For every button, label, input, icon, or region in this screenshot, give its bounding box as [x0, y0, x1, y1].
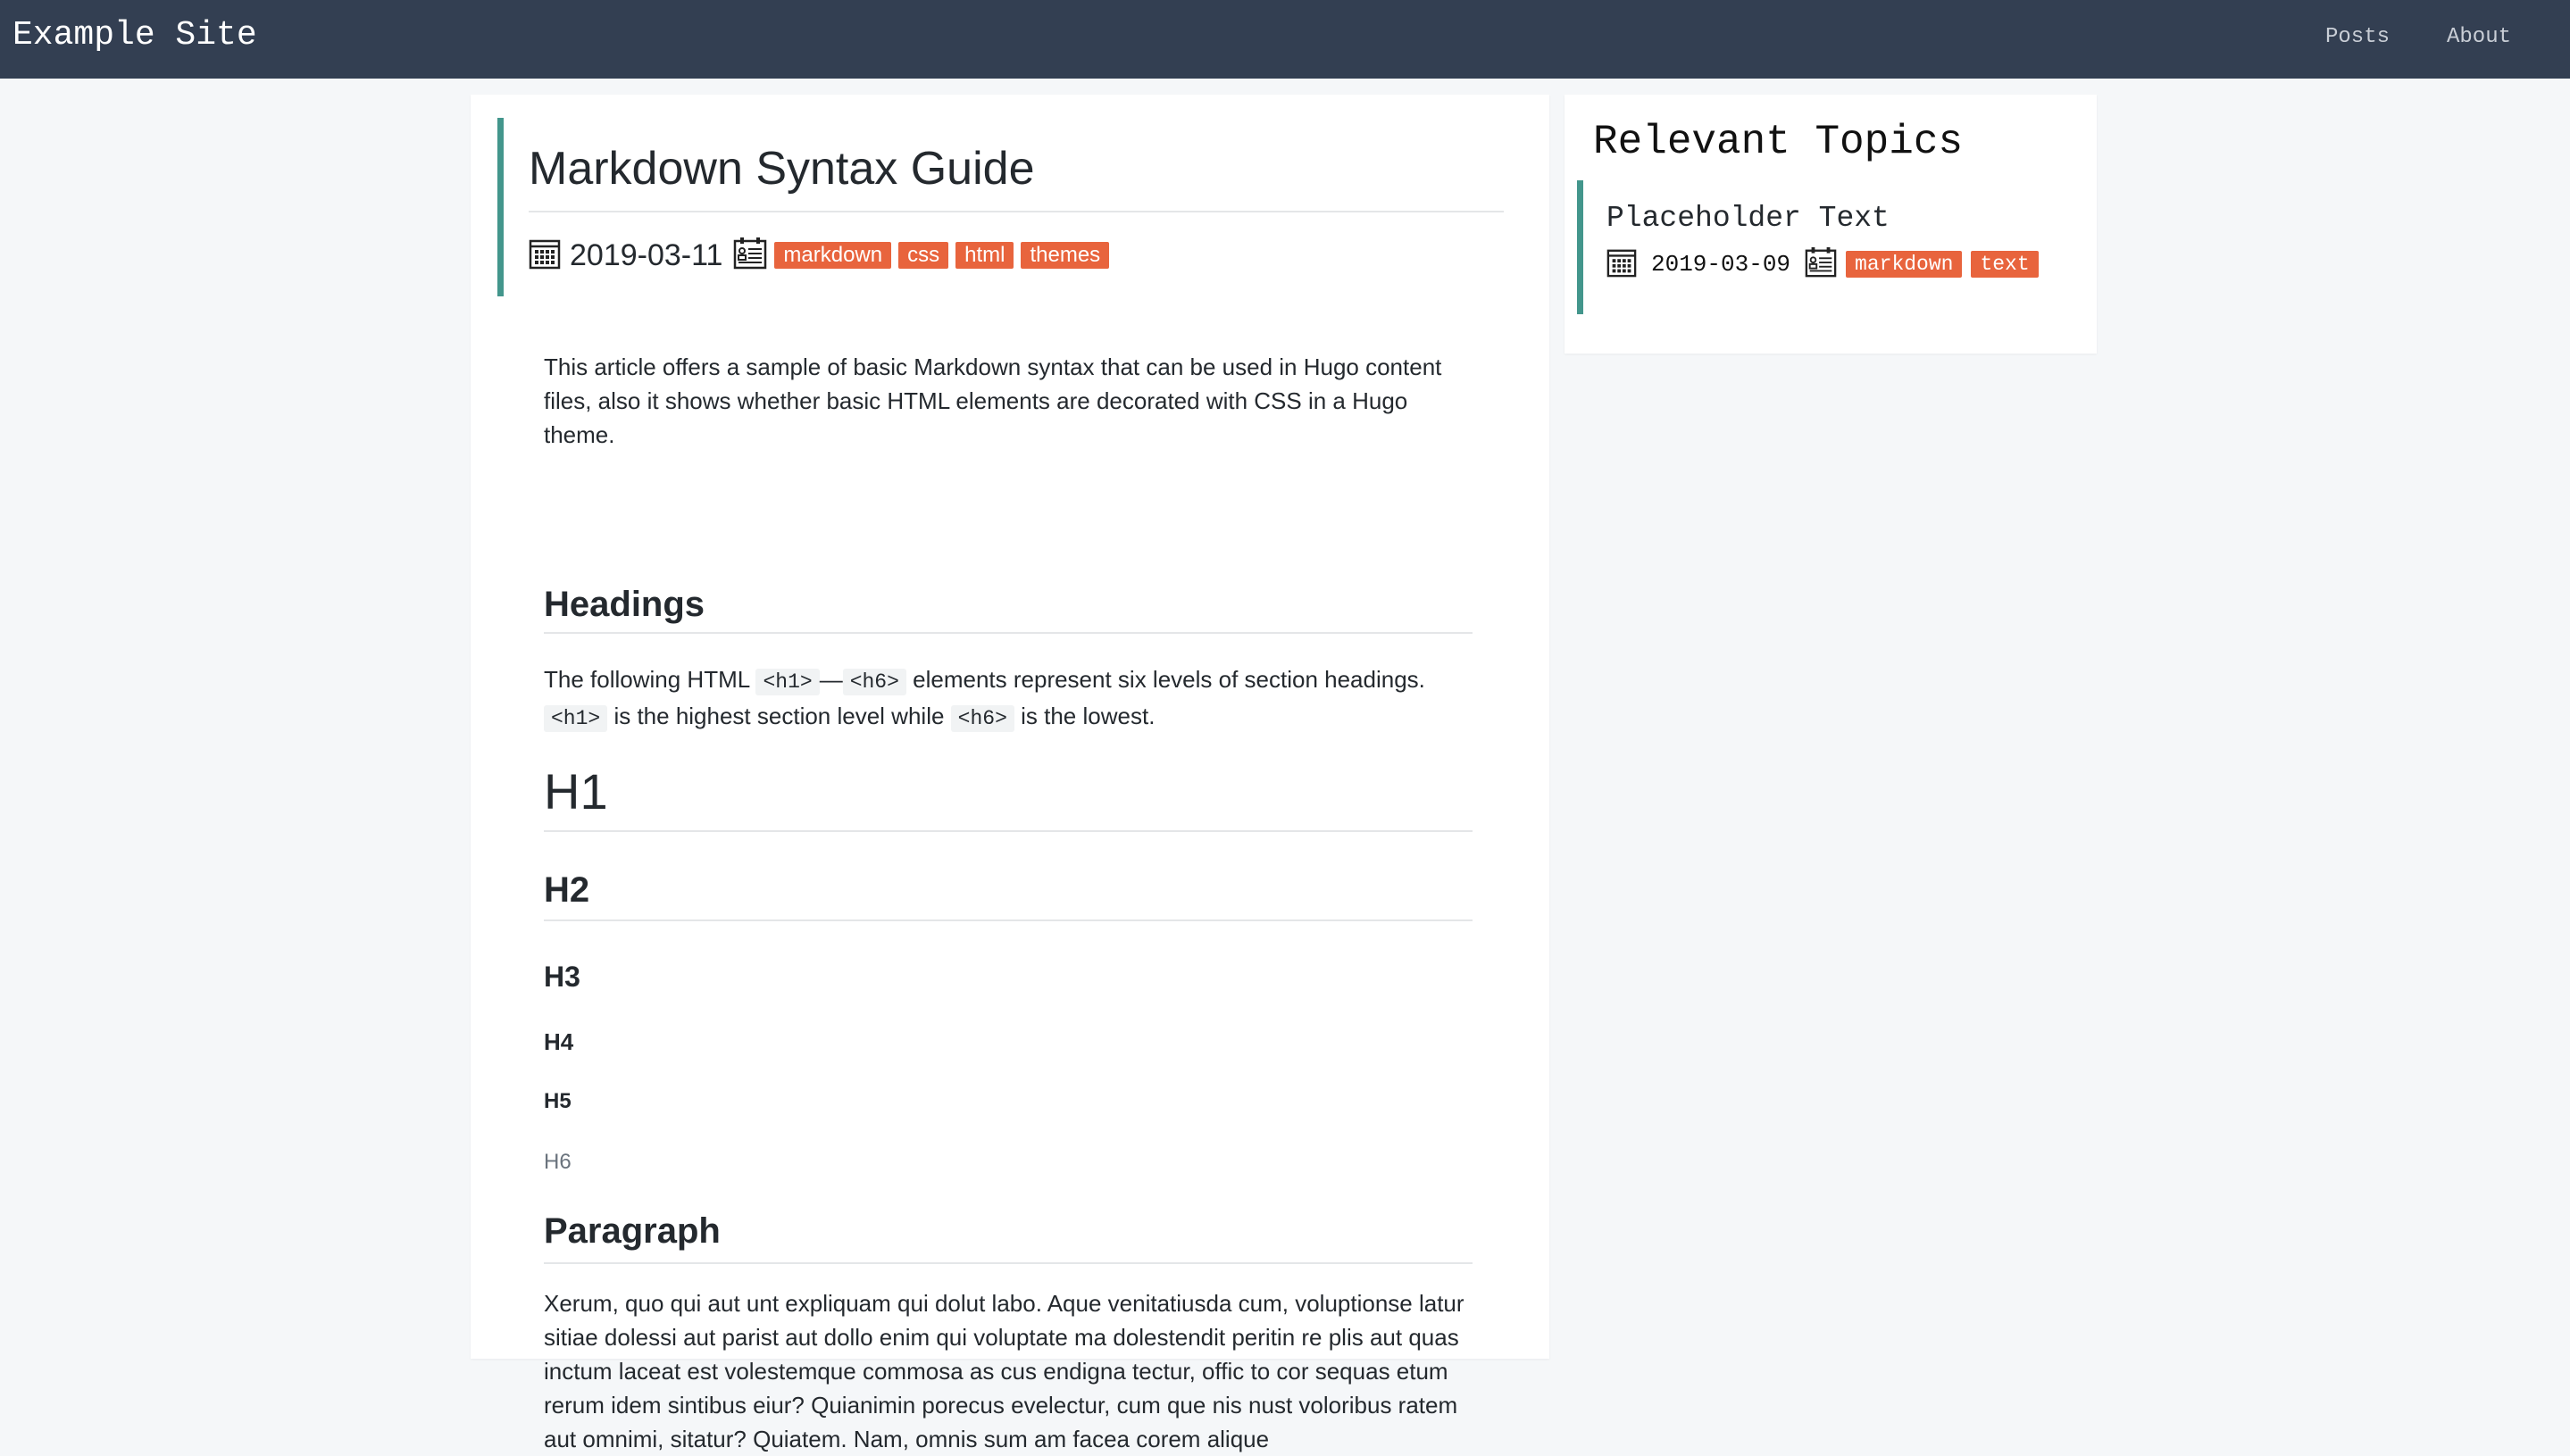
topic-title-link[interactable]: Placeholder Text: [1606, 200, 1890, 237]
demo-h1: H1: [544, 763, 608, 820]
tag-markdown[interactable]: markdown: [1846, 251, 1963, 278]
tag-markdown[interactable]: markdown: [774, 242, 892, 269]
demo-h2: H2: [544, 870, 590, 910]
headings-paragraph: The following HTML <h1> — <h6> elements re…: [544, 662, 1473, 736]
sidebar-title: Relevant Topics: [1593, 119, 1964, 165]
tag-css[interactable]: css: [898, 242, 949, 269]
demo-h6: H6: [544, 1150, 572, 1174]
post-header-divider: [529, 211, 1504, 212]
inline-code-h6: <h6>: [950, 705, 1014, 732]
nav-link-posts[interactable]: Posts: [2325, 23, 2390, 52]
topic-date: 2019-03-09: [1651, 251, 1791, 278]
intro-paragraph: This article offers a sample of basic Ma…: [544, 354, 1442, 448]
post-meta: 2019-03-11 markdown css html themes: [529, 237, 1110, 275]
h2-rule: [544, 919, 1473, 921]
headings-rule: [544, 632, 1473, 634]
text-fragment: is the highest section level while: [613, 703, 945, 729]
h1-rule: [544, 830, 1473, 832]
tag-card-icon: [1805, 246, 1837, 283]
tag-themes[interactable]: themes: [1021, 242, 1110, 269]
demo-h5: H5: [544, 1089, 572, 1113]
text-fragment: is the lowest.: [1021, 703, 1156, 729]
text-fragment: The following HTML: [544, 666, 750, 693]
calendar-icon: [529, 237, 561, 274]
top-navbar: Example Site Posts About: [0, 0, 2570, 79]
inline-code-h6: <h6>: [842, 669, 906, 695]
post-title: Markdown Syntax Guide: [529, 143, 1035, 195]
post-header: Markdown Syntax Guide 2019-03-11 markdow…: [497, 118, 1504, 296]
topic-item[interactable]: Placeholder Text 2019-03-09 markdown tex…: [1577, 180, 2083, 314]
lorem-paragraph: Xerum, quo qui aut unt expliquam qui dol…: [544, 1290, 1464, 1452]
article-card: Markdown Syntax Guide 2019-03-11 markdow…: [471, 95, 1549, 1452]
demo-h3: H3: [544, 961, 580, 993]
site-brand-link[interactable]: Example Site: [13, 14, 257, 57]
heading-headings: Headings: [544, 585, 705, 624]
paragraph-rule: [544, 1262, 1473, 1264]
inline-code-h1: <h1>: [544, 705, 608, 732]
nav-link-about[interactable]: About: [2447, 23, 2511, 52]
demo-h4: H4: [544, 1028, 574, 1055]
tag-text[interactable]: text: [1971, 251, 2039, 278]
text-fragment: elements represent six levels of section…: [913, 666, 1425, 693]
topic-meta: 2019-03-09 markdown text: [1606, 246, 2039, 282]
sidebar-card: Relevant Topics Placeholder Text 2019-03…: [1565, 95, 2097, 354]
tag-html[interactable]: html: [955, 242, 1014, 269]
post-date: 2019-03-11: [570, 237, 723, 272]
heading-paragraph: Paragraph: [544, 1211, 721, 1251]
text-dash: —: [819, 666, 843, 693]
tag-card-icon: [733, 237, 767, 275]
calendar-icon: [1606, 247, 1637, 282]
inline-code-h1: <h1>: [755, 669, 820, 695]
